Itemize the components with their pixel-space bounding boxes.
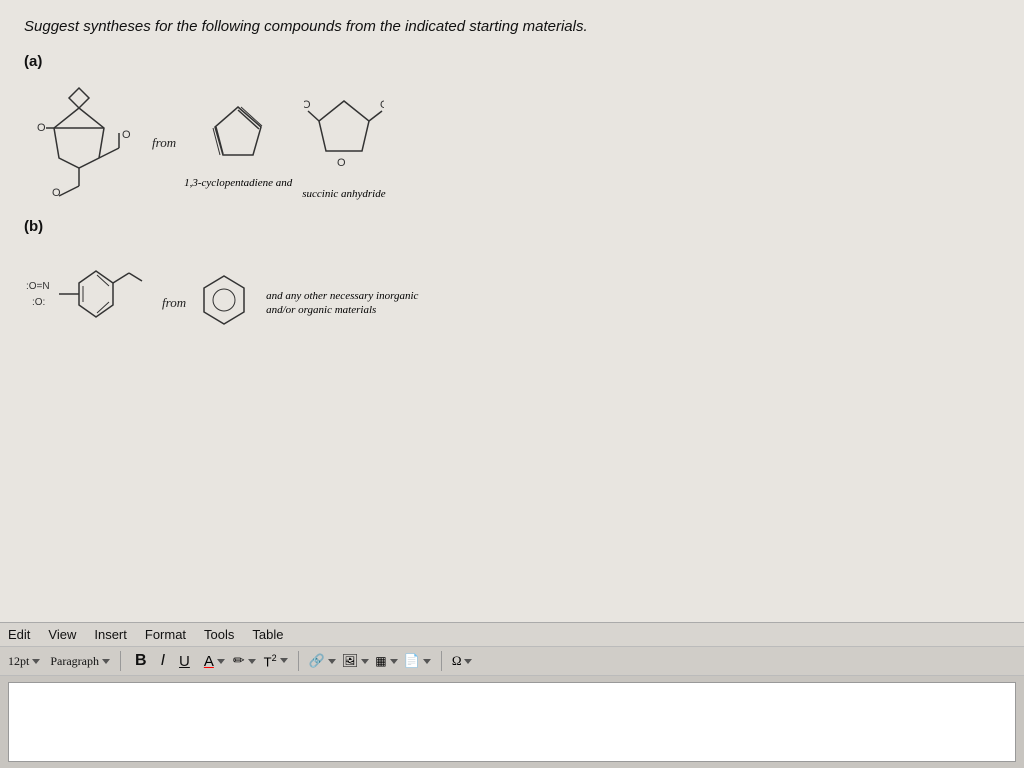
link-button[interactable]: 🔗 — [309, 653, 336, 669]
part-b-section: (b) :O=N :O: — [24, 218, 1000, 363]
svg-text::O=N: :O=N — [26, 281, 50, 292]
superscript-button[interactable]: T2 — [264, 653, 288, 669]
font-size-selector[interactable]: 12pt — [8, 654, 40, 669]
image-button[interactable]: 🖼 — [342, 653, 370, 669]
view-menu[interactable]: View — [48, 627, 76, 642]
underline-button[interactable]: U — [175, 652, 194, 671]
font-size-value: 12pt — [8, 654, 29, 669]
font-color-button[interactable]: A — [204, 653, 225, 670]
image-icon: 🖼 — [342, 653, 359, 669]
paragraph-style-selector[interactable]: Paragraph — [50, 654, 110, 669]
svg-text:O: O — [380, 99, 384, 111]
formatting-bar: 12pt Paragraph B I U A ✏ T2 🔗 — [0, 647, 1024, 676]
cyclopentadiene-label: 1,3-cyclopentadiene and — [184, 177, 292, 189]
svg-text:O: O — [304, 99, 311, 111]
font-color-label: A — [204, 653, 214, 670]
part-a-section: (a) O O — [24, 53, 1000, 208]
image-chevron-icon — [361, 659, 369, 664]
table-chevron-icon — [390, 659, 398, 664]
part-a-product: O O O — [24, 78, 144, 208]
part-b-from: from — [162, 295, 186, 311]
special-char-icon: Ω — [452, 653, 462, 669]
divider-2 — [298, 651, 299, 671]
link-icon: 🔗 — [309, 653, 325, 669]
main-content: Suggest syntheses for the following comp… — [0, 0, 1024, 622]
document-chevron-icon — [423, 659, 431, 664]
font-color-chevron-icon — [217, 659, 225, 664]
link-chevron-icon — [328, 659, 336, 664]
part-b-product: :O=N :O: — [24, 243, 154, 363]
svg-text:O: O — [337, 157, 346, 169]
superscript-label: T2 — [264, 653, 277, 669]
highlight-chevron-icon — [248, 659, 256, 664]
part-b-benzene — [194, 268, 254, 338]
divider-3 — [441, 651, 442, 671]
bold-button[interactable]: B — [131, 651, 151, 671]
svg-text:O: O — [52, 187, 61, 199]
superscript-chevron-icon — [280, 658, 288, 663]
format-menu[interactable]: Format — [145, 627, 186, 642]
table-menu[interactable]: Table — [252, 627, 283, 642]
table-icon: ▦ — [375, 654, 386, 669]
part-a-diene: 1,3-cyclopentadiene and — [184, 97, 292, 189]
part-b-label: (b) — [24, 218, 1000, 235]
toolbar-wrapper: Edit View Insert Format Tools Table 12pt… — [0, 622, 1024, 768]
highlight-button[interactable]: ✏ — [233, 653, 256, 670]
edit-menu[interactable]: Edit — [8, 627, 30, 642]
part-a-row: O O O from — [24, 78, 1000, 208]
question-text: Suggest syntheses for the following comp… — [24, 18, 1000, 35]
svg-text::O:: :O: — [32, 297, 45, 308]
part-b-reagent-text: and any other necessary inorganic and/or… — [266, 289, 426, 318]
font-size-chevron-icon — [32, 659, 40, 664]
special-char-button[interactable]: Ω — [452, 653, 473, 669]
paragraph-value: Paragraph — [50, 654, 99, 669]
svg-text:O: O — [122, 129, 131, 141]
divider-1 — [120, 651, 121, 671]
paragraph-chevron-icon — [102, 659, 110, 664]
italic-button[interactable]: I — [157, 651, 169, 671]
highlight-icon: ✏ — [233, 653, 245, 670]
insert-menu[interactable]: Insert — [94, 627, 127, 642]
succinic-label: succinic anhydride — [302, 188, 385, 200]
svg-text:O: O — [37, 122, 46, 134]
menu-bar: Edit View Insert Format Tools Table — [0, 623, 1024, 647]
part-a-reagent: O O O succinic anhydride — [302, 86, 385, 200]
tools-menu[interactable]: Tools — [204, 627, 234, 642]
special-chevron-icon — [464, 659, 472, 664]
document-button[interactable]: 📄 — [404, 653, 431, 669]
table-insert-button[interactable]: ▦ — [375, 654, 397, 669]
part-b-row: :O=N :O: from and any other necessary in… — [24, 243, 1000, 363]
text-editor-area[interactable] — [8, 682, 1016, 762]
document-icon: 📄 — [404, 653, 420, 669]
part-a-label: (a) — [24, 53, 1000, 70]
part-a-from: from — [152, 135, 176, 151]
